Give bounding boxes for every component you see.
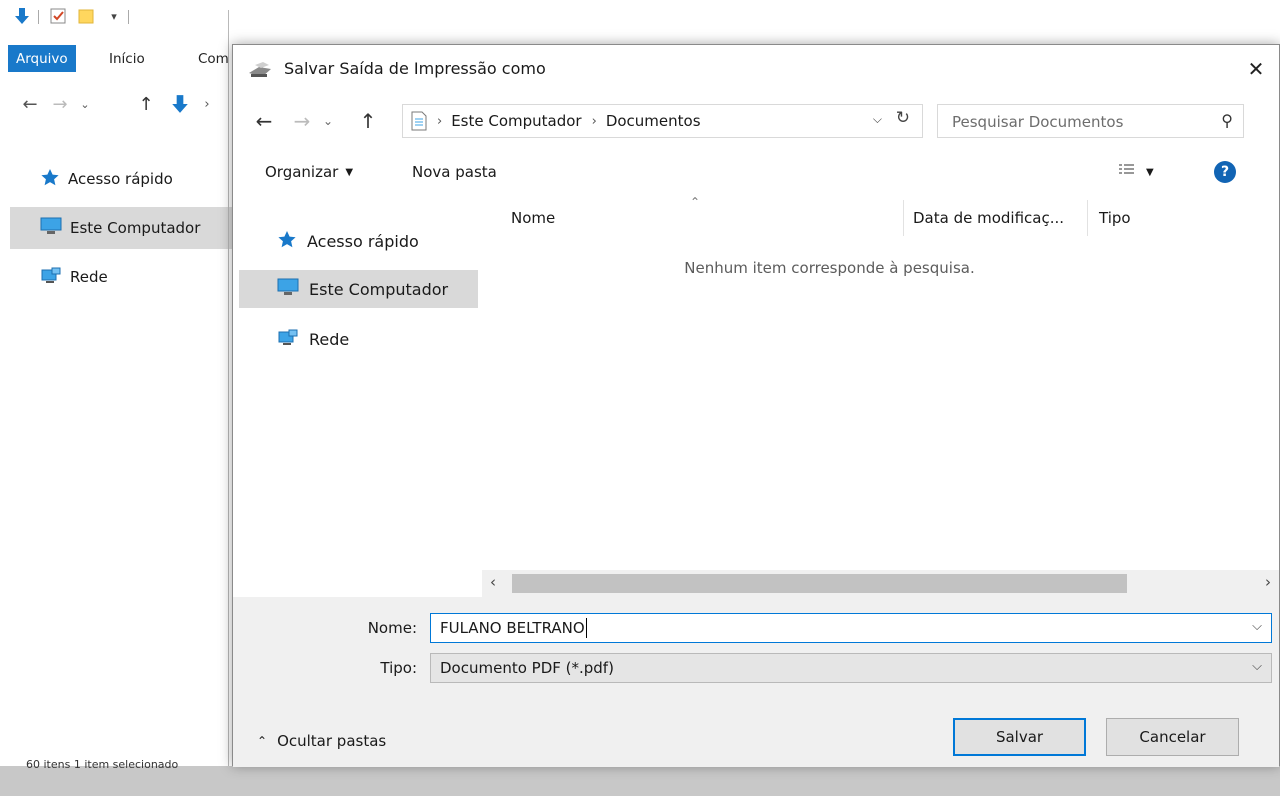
forward-arrow-icon[interactable]: → bbox=[48, 92, 72, 116]
filetype-select[interactable]: Documento PDF (*.pdf) ⌵ bbox=[430, 653, 1272, 683]
chevron-down-icon: ▼ bbox=[1146, 166, 1154, 178]
filename-label: Nome: bbox=[367, 619, 417, 637]
explorer-nav-bar: ← → ⌄ ↑ › bbox=[0, 80, 232, 130]
star-icon bbox=[277, 230, 297, 252]
forward-arrow-icon[interactable]: → bbox=[289, 107, 315, 135]
text-cursor bbox=[585, 618, 587, 638]
filetype-value: Documento PDF (*.pdf) bbox=[440, 659, 614, 677]
quick-access-toolbar: ▾ bbox=[0, 0, 232, 40]
sidebar-item-label: Este Computador bbox=[70, 219, 201, 237]
recent-chevron-icon[interactable]: ⌄ bbox=[319, 107, 337, 135]
sidebar-item-quick-access[interactable]: Acesso rápido bbox=[40, 164, 173, 194]
nav-item-label: Rede bbox=[309, 329, 350, 349]
explorer-ribbon: Arquivo Início Com bbox=[0, 40, 232, 76]
dialog-footer: Nome: FULANO BELTRANO ⌵ Tipo: Documento … bbox=[233, 597, 1279, 767]
close-button[interactable]: ✕ bbox=[1233, 45, 1279, 93]
tab-arquivo[interactable]: Arquivo bbox=[8, 45, 76, 72]
cancel-button[interactable]: Cancelar bbox=[1106, 718, 1239, 756]
customize-qa-icon[interactable]: ▾ bbox=[104, 6, 124, 26]
printer-icon bbox=[247, 61, 273, 81]
organize-button[interactable]: Organizar ▼ bbox=[265, 158, 353, 186]
sidebar-item-label: Acesso rápido bbox=[68, 170, 173, 188]
up-arrow-icon[interactable]: ↑ bbox=[355, 107, 381, 135]
refresh-icon[interactable]: ↻ bbox=[896, 108, 910, 128]
column-header-name[interactable]: Nome bbox=[511, 205, 555, 231]
breadcrumb-chevron-icon: › bbox=[591, 113, 597, 129]
view-options-button[interactable]: ▼ bbox=[1118, 158, 1154, 186]
qa-separator bbox=[128, 10, 129, 24]
save-button[interactable]: Salvar bbox=[953, 718, 1086, 756]
scroll-right-icon[interactable]: › bbox=[1265, 573, 1271, 591]
chevron-up-icon: ⌃ bbox=[257, 734, 268, 748]
organize-label: Organizar bbox=[265, 163, 339, 181]
address-bar[interactable]: › Este Computador › Documentos ⌵ ↻ bbox=[402, 104, 923, 138]
chevron-down-icon: ⌵ bbox=[1252, 659, 1262, 674]
empty-results-message: Nenhum item corresponde à pesquisa. bbox=[684, 259, 975, 277]
chevron-down-icon[interactable]: ⌵ bbox=[873, 112, 882, 127]
dialog-toolbar: Organizar ▼ Nova pasta ▼ ? bbox=[233, 150, 1279, 196]
details-view-icon bbox=[1118, 163, 1136, 181]
nav-item-this-pc[interactable]: Este Computador bbox=[277, 272, 448, 306]
qa-separator bbox=[38, 10, 39, 24]
down-arrow-icon[interactable] bbox=[12, 6, 32, 26]
back-arrow-icon[interactable]: ← bbox=[251, 107, 277, 135]
column-separator[interactable] bbox=[1087, 200, 1088, 236]
scrollbar-thumb[interactable] bbox=[512, 574, 1127, 593]
network-icon bbox=[277, 328, 299, 350]
new-folder-button[interactable]: Nova pasta bbox=[412, 158, 497, 186]
nav-item-network[interactable]: Rede bbox=[277, 322, 349, 356]
chevron-down-icon[interactable]: ⌵ bbox=[1252, 619, 1262, 634]
recent-chevron-icon[interactable]: ⌄ bbox=[76, 92, 94, 116]
dialog-title: Salvar Saída de Impressão como bbox=[284, 59, 546, 78]
search-placeholder: Pesquisar Documentos bbox=[952, 113, 1124, 131]
sidebar-item-this-pc[interactable]: Este Computador bbox=[40, 213, 200, 243]
search-input[interactable]: Pesquisar Documentos ⚲ bbox=[937, 104, 1244, 138]
location-download-icon bbox=[168, 92, 192, 116]
breadcrumb-this-pc[interactable]: Este Computador bbox=[451, 112, 581, 130]
horizontal-scrollbar[interactable]: ‹ › bbox=[482, 570, 1279, 597]
new-folder-icon[interactable] bbox=[76, 6, 96, 26]
nav-item-label: Acesso rápido bbox=[307, 231, 419, 251]
dialog-navigation-pane: Acesso rápido Este Computador Rede bbox=[233, 200, 480, 600]
breadcrumb-chevron-icon: › bbox=[204, 96, 210, 112]
back-arrow-icon[interactable]: ← bbox=[18, 92, 42, 116]
sidebar-item-label: Rede bbox=[70, 268, 108, 286]
tab-compartilhar[interactable]: Com bbox=[198, 45, 229, 72]
sidebar-item-network[interactable]: Rede bbox=[40, 262, 108, 292]
nav-item-label: Este Computador bbox=[309, 279, 449, 299]
column-header-type[interactable]: Tipo bbox=[1099, 205, 1131, 231]
dialog-nav-row: ← → ⌄ ↑ › Este Computador › Documentos ⌵… bbox=[233, 101, 1279, 141]
explorer-pane-divider bbox=[228, 10, 229, 766]
search-icon[interactable]: ⚲ bbox=[1221, 111, 1233, 130]
save-as-dialog: Salvar Saída de Impressão como ✕ ← → ⌄ ↑… bbox=[232, 44, 1280, 767]
hide-folders-toggle[interactable]: ⌃ Ocultar pastas bbox=[257, 732, 386, 750]
column-header-date[interactable]: Data de modificaç... bbox=[913, 205, 1064, 231]
file-list-pane: ⌃ Nome Data de modificaç... Tipo Nenhum … bbox=[482, 195, 1279, 600]
help-icon[interactable]: ? bbox=[1214, 161, 1236, 183]
filename-value: FULANO BELTRANO bbox=[440, 619, 585, 637]
documents-icon bbox=[411, 111, 427, 131]
up-arrow-icon[interactable]: ↑ bbox=[134, 92, 158, 116]
filetype-label: Tipo: bbox=[380, 659, 417, 677]
dialog-title-bar[interactable]: Salvar Saída de Impressão como ✕ bbox=[233, 45, 1279, 95]
explorer-top-strip bbox=[232, 0, 1280, 26]
chevron-down-icon: ▼ bbox=[345, 166, 354, 178]
tab-inicio[interactable]: Início bbox=[109, 45, 145, 72]
scroll-left-icon[interactable]: ‹ bbox=[490, 573, 496, 591]
breadcrumb-documents[interactable]: Documentos bbox=[606, 112, 701, 130]
column-separator[interactable] bbox=[903, 200, 904, 236]
computer-icon bbox=[40, 217, 62, 239]
breadcrumb-chevron-icon: › bbox=[437, 113, 443, 129]
nav-item-quick-access[interactable]: Acesso rápido bbox=[277, 224, 419, 258]
network-icon bbox=[40, 266, 62, 288]
computer-icon bbox=[277, 278, 299, 300]
hide-folders-label: Ocultar pastas bbox=[277, 732, 387, 750]
explorer-status-bar: 60 itens 1 item selecionado bbox=[26, 758, 179, 771]
properties-check-icon[interactable] bbox=[48, 6, 68, 26]
filename-input[interactable]: FULANO BELTRANO ⌵ bbox=[430, 613, 1272, 643]
sort-ascending-icon: ⌃ bbox=[690, 195, 701, 209]
star-icon bbox=[40, 168, 60, 190]
